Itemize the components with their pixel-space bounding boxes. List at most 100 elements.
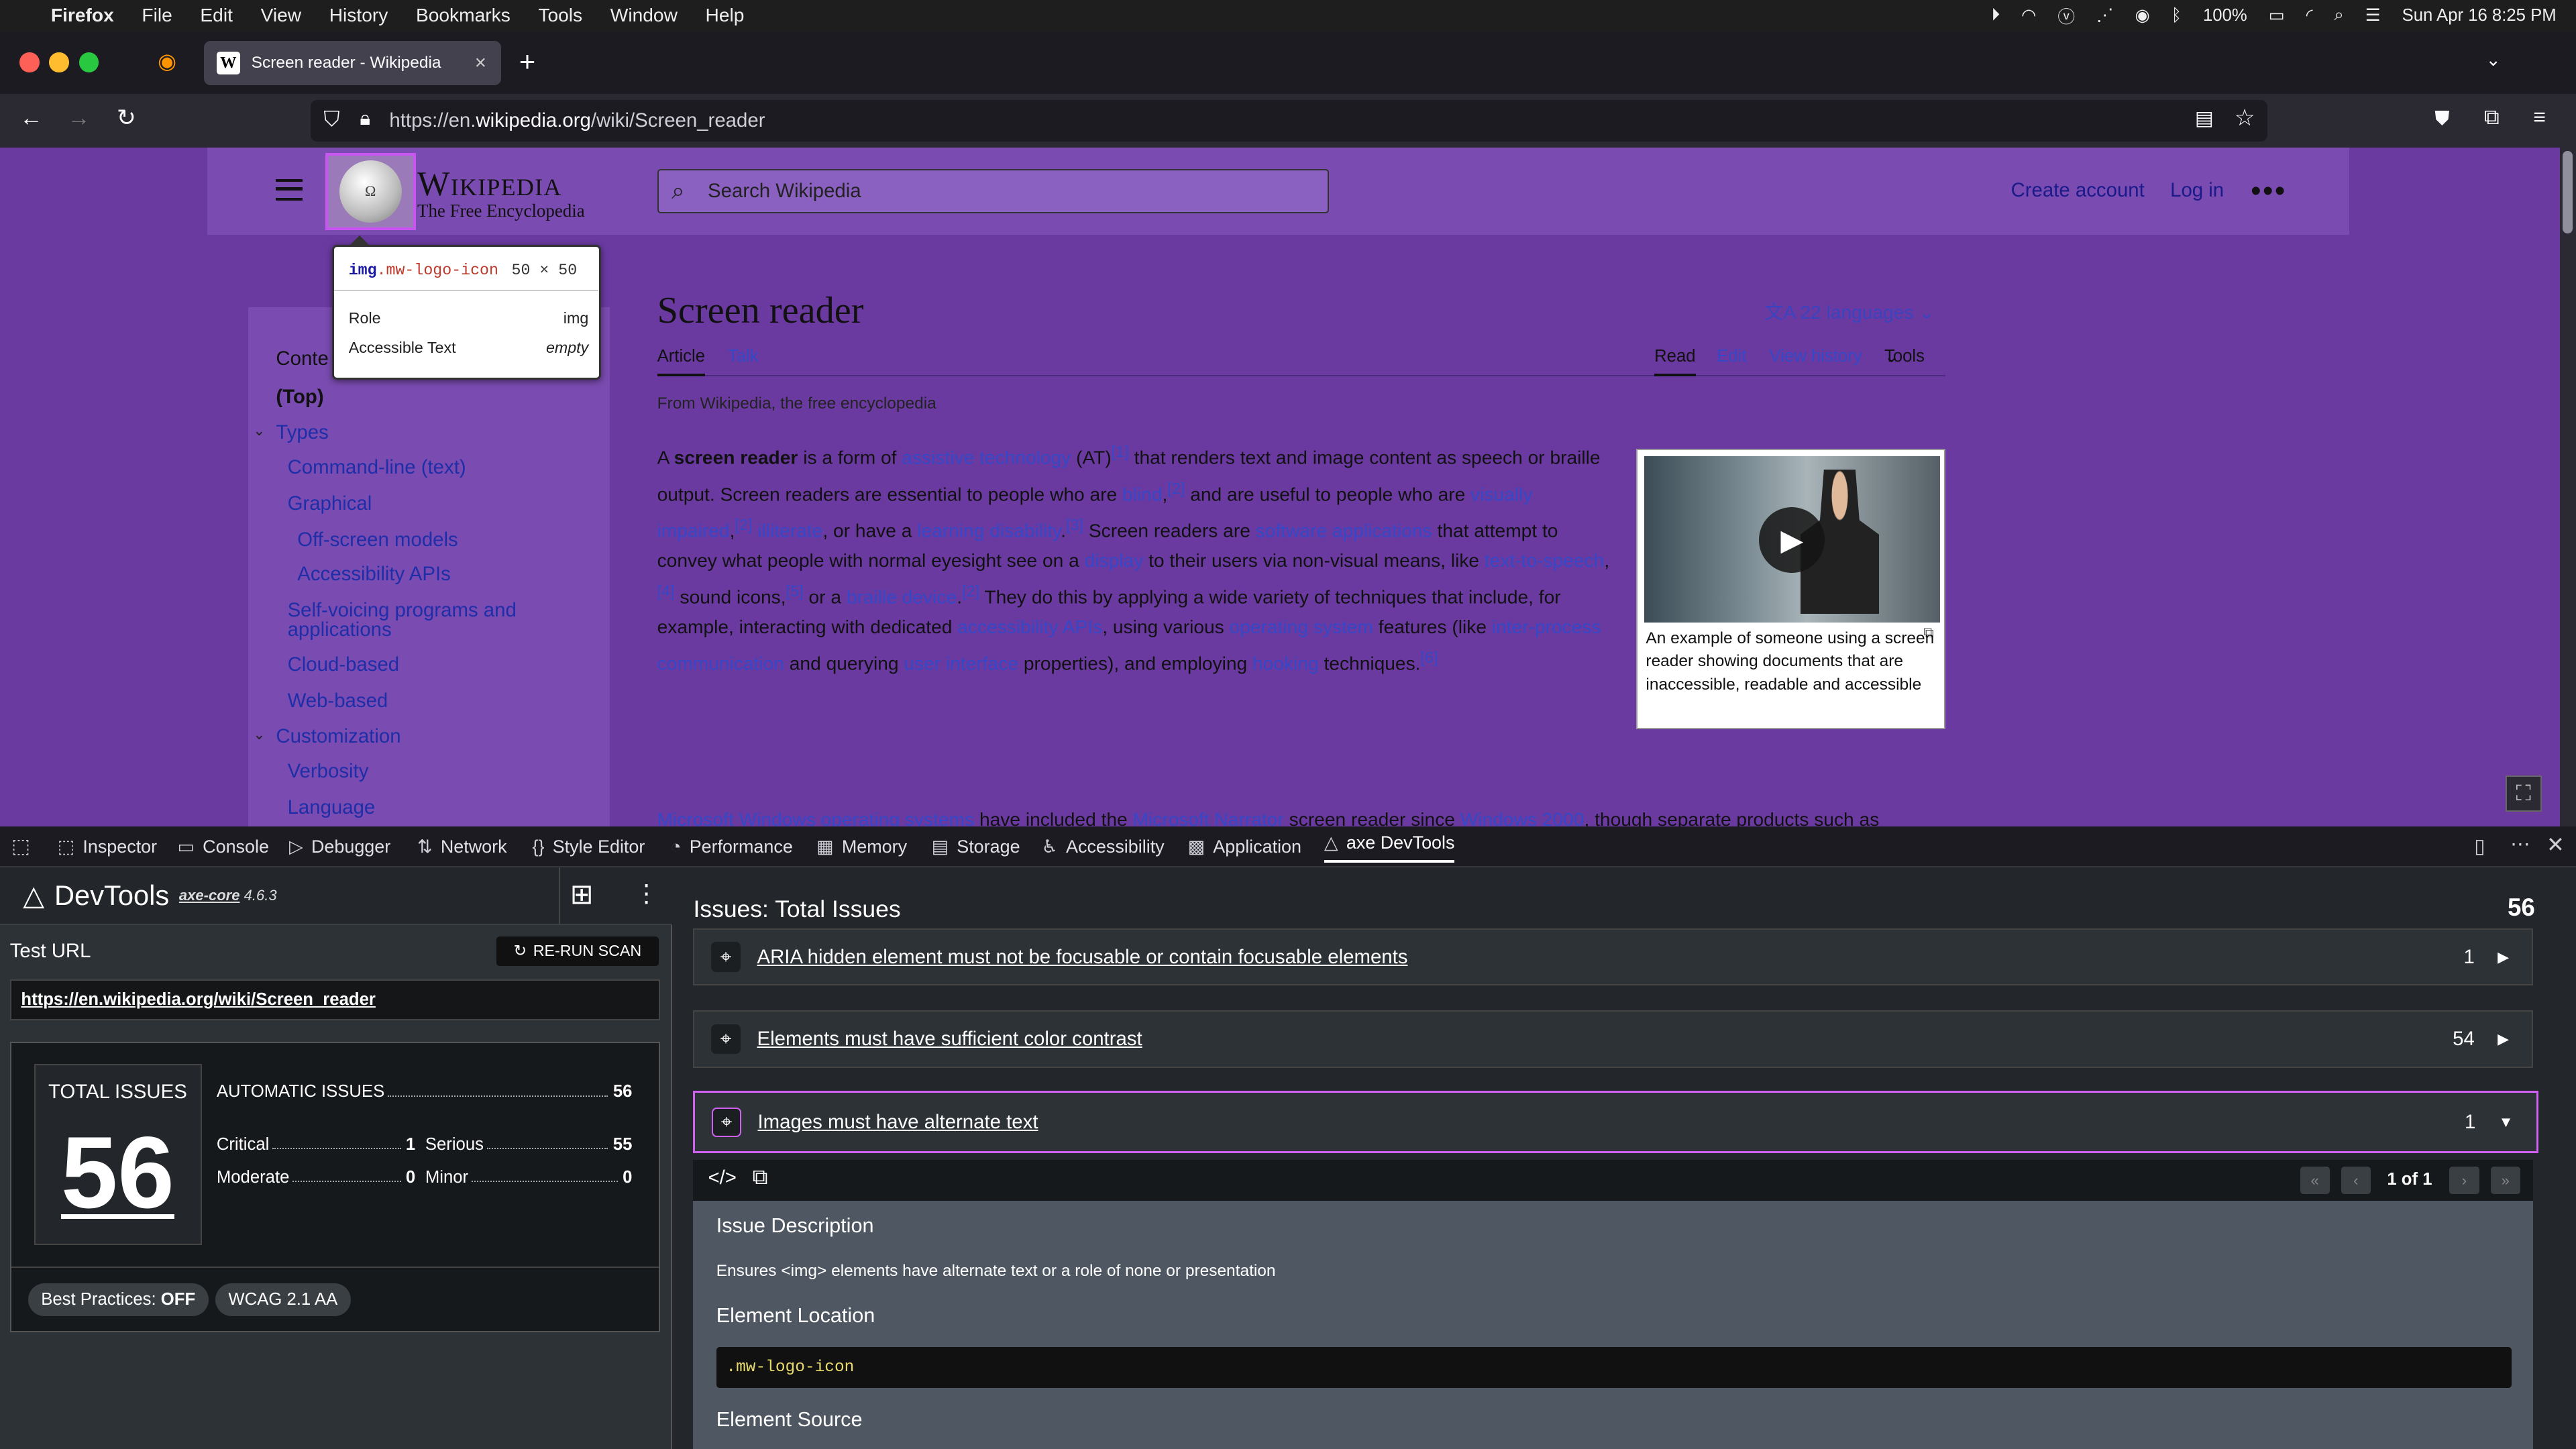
devtools-tab-accessibility[interactable]: ♿︎ Accessibility — [1042, 837, 1165, 857]
menu-view[interactable]: View — [261, 5, 302, 26]
close-devtools-icon[interactable]: ✕ — [2546, 834, 2565, 856]
toc-item-customization[interactable]: Customization — [276, 726, 400, 747]
highlight-crosshair-icon[interactable]: ⌖ — [710, 942, 741, 972]
zoom-window-button[interactable] — [78, 52, 99, 72]
previous-page-button[interactable]: ‹ — [2341, 1166, 2371, 1195]
toc-item-command-line[interactable]: Command-line (text) — [288, 456, 466, 478]
create-account-link[interactable]: Create account — [2011, 179, 2145, 202]
menu-bookmarks[interactable]: Bookmarks — [416, 5, 511, 26]
issue-row-aria-hidden[interactable]: ⌖ ARIA hidden element must not be focusa… — [693, 928, 2534, 986]
toc-item-accessibility-apis[interactable]: Accessibility APIs — [297, 564, 451, 585]
tab-screen-reader[interactable]: W Screen reader - Wikipedia × — [203, 41, 501, 86]
first-page-button[interactable]: « — [2300, 1166, 2330, 1195]
issue-label[interactable]: ARIA hidden element must not be focusabl… — [757, 946, 2464, 969]
reload-icon[interactable]: ↻ — [117, 107, 136, 129]
wifi-icon[interactable]: ◜ — [2306, 5, 2313, 25]
toc-item-self-voicing[interactable]: Self-voicing programs and — [288, 599, 517, 621]
close-window-button[interactable] — [19, 52, 40, 72]
issue-row-image-alt[interactable]: ⌖ Images must have alternate text 1 ▼ — [693, 1091, 2538, 1154]
devtools-tab-memory[interactable]: ▦ Memory — [816, 837, 907, 857]
code-view-icon[interactable]: </> — [708, 1167, 736, 1189]
menu-firefox[interactable]: Firefox — [51, 5, 114, 26]
more-options-icon[interactable]: ••• — [2251, 174, 2287, 208]
devtools-tab-storage[interactable]: ▤ Storage — [932, 837, 1020, 857]
save-results-icon[interactable]: ⊞ — [570, 877, 594, 910]
best-practices-toggle[interactable]: Best Practices: OFF — [28, 1283, 209, 1316]
toc-item-verbosity[interactable]: Verbosity — [288, 760, 369, 782]
issue-label[interactable]: Images must have alternate text — [758, 1111, 2465, 1134]
external-link-icon[interactable]: ⧉ — [753, 1165, 768, 1190]
tracking-protection-shield-icon[interactable]: ⛉ — [323, 108, 339, 130]
url-bar[interactable]: ⛉ 🔒︎ https://en. wikipedia.org/wiki/Scree… — [310, 100, 2267, 142]
kebab-menu-icon[interactable]: ⋮ — [634, 879, 659, 908]
highlight-crosshair-icon[interactable]: ⌖ — [710, 1024, 741, 1055]
clock[interactable]: Sun Apr 16 8:25 PM — [2402, 6, 2557, 25]
close-tab-icon[interactable]: × — [475, 52, 486, 74]
pocket-icon[interactable]: ⛊ — [2434, 108, 2449, 128]
last-page-button[interactable]: » — [2490, 1166, 2520, 1195]
menu-file[interactable]: File — [142, 5, 172, 26]
element-picker-icon[interactable]: ⬚ — [11, 836, 30, 856]
reader-view-icon[interactable]: ▤ — [2195, 108, 2214, 128]
menu-help[interactable]: Help — [706, 5, 745, 26]
toc-item-language[interactable]: Language — [288, 796, 376, 818]
language-button[interactable]: 文A 22 languages ⌄ — [1764, 297, 1935, 325]
toc-item-off-screen-models[interactable]: Off-screen models — [297, 529, 458, 551]
wikipedia-wordmark[interactable]: Wikipedia The Free Encyclopedia — [417, 164, 585, 221]
toc-collapse-chevron-icon[interactable]: ⌄ — [253, 422, 265, 439]
list-tabs-chevron-down-icon[interactable]: ⌄ — [2485, 50, 2501, 69]
total-issues-count[interactable]: 56 — [36, 1115, 200, 1232]
bookmark-star-icon[interactable]: ☆ — [2235, 107, 2255, 129]
toc-item-web-based[interactable]: Web-based — [288, 690, 388, 712]
devtools-tab-performance[interactable]: ◔ Performance — [670, 837, 793, 857]
new-tab-icon[interactable]: + — [519, 48, 535, 76]
bluetooth-icon[interactable]: ᛒ — [2171, 6, 2182, 25]
lock-icon[interactable]: 🔒︎ — [360, 108, 370, 128]
devtools-tab-style-editor[interactable]: {} Style Editor — [532, 837, 645, 857]
battery-icon[interactable]: ▭ — [2269, 5, 2285, 25]
element-location-code[interactable]: .mw-logo-icon — [716, 1347, 2512, 1389]
devtools-tab-console[interactable]: ▭ Console — [177, 837, 268, 857]
toc-collapse-chevron-icon-2[interactable]: ⌄ — [253, 726, 265, 743]
dock-side-icon[interactable]: ▯ — [2474, 836, 2485, 856]
tab-read[interactable]: Read — [1654, 347, 1696, 376]
menu-window[interactable]: Window — [610, 5, 678, 26]
menu-edit[interactable]: Edit — [200, 5, 233, 26]
play-status-icon[interactable]: ⏵ — [1991, 5, 2000, 25]
devtools-menu-icon[interactable]: ⋯ — [2510, 835, 2530, 854]
automatic-issues-row[interactable]: AUTOMATIC ISSUES 56 — [217, 1082, 633, 1102]
chevron-right-icon[interactable]: ▶ — [2498, 1030, 2509, 1048]
dots-status-icon[interactable]: ⋰ — [2096, 5, 2114, 25]
rerun-scan-button[interactable]: ↻ RE-RUN SCAN — [496, 936, 659, 966]
video-figure[interactable]: ▶ ⧉ An example of someone using a screen… — [1636, 448, 1945, 730]
back-icon[interactable]: ← — [19, 107, 42, 129]
vpn-icon[interactable]: ⓥ — [2057, 3, 2075, 28]
video-thumbnail[interactable]: ▶ — [1644, 456, 1940, 623]
page-scrollbar[interactable] — [2559, 148, 2576, 826]
serious-row[interactable]: Serious 55 — [425, 1135, 633, 1155]
play-icon[interactable]: ▶ — [1759, 507, 1825, 574]
toc-item-graphical[interactable]: Graphical — [288, 492, 372, 515]
tab-tools[interactable]: Tools ⌄ — [1884, 347, 1925, 367]
spotlight-icon[interactable]: ⌕ — [2334, 5, 2343, 25]
test-url-link[interactable]: https://en.wikipedia.org/wiki/Screen_rea… — [9, 979, 661, 1020]
devtools-tab-application[interactable]: ▩ Application — [1188, 837, 1301, 857]
chevron-down-icon[interactable]: ▼ — [2499, 1114, 2514, 1131]
extensions-icon[interactable]: ⧉ — [2484, 106, 2500, 128]
forward-icon[interactable]: → — [67, 107, 90, 129]
firefox-view-icon[interactable]: ◉ — [158, 50, 176, 72]
toc-item-top[interactable]: (Top) — [276, 386, 323, 408]
tab-edit[interactable]: Edit — [1717, 347, 1746, 366]
next-page-button[interactable]: › — [2449, 1166, 2479, 1195]
tab-view-history[interactable]: View history — [1770, 347, 1862, 366]
moderate-row[interactable]: Moderate 0 — [217, 1168, 415, 1187]
devtools-tab-axe[interactable]: △ axe DevTools — [1324, 830, 1455, 863]
toc-item-types[interactable]: Types — [276, 422, 328, 443]
issue-label[interactable]: Elements must have sufficient color cont… — [757, 1028, 2453, 1051]
headphones-icon[interactable]: ◠ — [2021, 5, 2036, 25]
issue-row-color-contrast[interactable]: ⌖ Elements must have sufficient color co… — [693, 1010, 2534, 1068]
tab-talk[interactable]: Talk — [728, 347, 759, 366]
control-center-icon[interactable]: ☰ — [2365, 5, 2381, 25]
menu-tools[interactable]: Tools — [538, 5, 582, 26]
minimize-window-button[interactable] — [49, 52, 69, 72]
